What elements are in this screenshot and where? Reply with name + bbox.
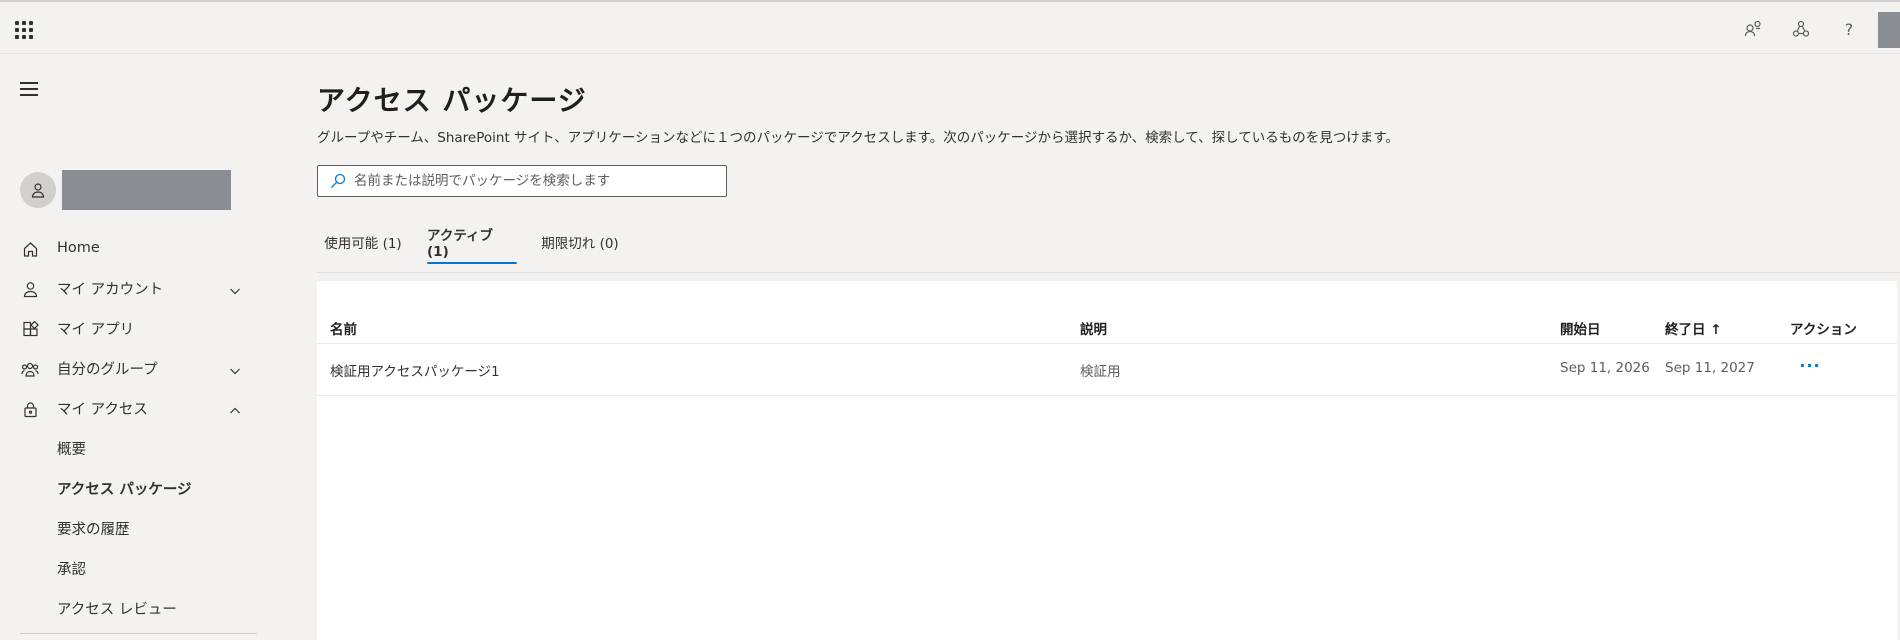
column-header-start-date[interactable]: 開始日 <box>1560 318 1601 338</box>
app-launcher-icon[interactable] <box>15 21 33 39</box>
row-name[interactable]: 検証用アクセスパッケージ1 <box>330 360 500 380</box>
sidebar-subitem-label: 要求の履歴 <box>57 521 130 538</box>
page-title: アクセス パッケージ <box>317 84 587 117</box>
sidebar-item-label: Home <box>57 240 100 256</box>
tab-available[interactable]: 使用可能 (1) <box>323 219 403 265</box>
row-description: 検証用 <box>1080 364 1121 380</box>
sidebar-subitem-label: 承認 <box>57 561 86 578</box>
sidebar-item-home[interactable]: Home <box>0 228 260 268</box>
sidebar-item-label: マイ アカウント <box>57 281 164 298</box>
column-header-name[interactable]: 名前 <box>330 318 357 338</box>
user-profile <box>20 170 240 210</box>
tab-label: アクティブ (1) <box>427 228 494 260</box>
sidebar-subitem-label: 概要 <box>57 441 86 458</box>
sidebar-item-my-apps[interactable]: マイ アプリ <box>0 308 260 348</box>
tab-expired[interactable]: 期限切れ (0) <box>539 219 621 265</box>
column-header-end-date[interactable]: 終了日 ↑ <box>1665 318 1722 338</box>
sidebar-item-label: 自分のグループ <box>57 361 158 378</box>
packages-table: 名前 説明 開始日 終了日 ↑ アクション 検証用アクセスパッケージ1 検証用 … <box>317 281 1897 640</box>
column-header-description[interactable]: 説明 <box>1080 318 1107 338</box>
row-start-date: Sep 11, 2026 <box>1560 360 1650 376</box>
tab-label: 使用可能 (1) <box>324 236 402 252</box>
sidebar-item-my-access[interactable]: マイ アクセス <box>0 388 260 428</box>
sidebar-subitem-label: アクセス パッケージ <box>57 481 192 498</box>
main-content: アクセス パッケージ グループやチーム、SharePoint サイト、アプリケー… <box>317 54 1900 640</box>
search-input[interactable] <box>354 173 714 189</box>
top-bar: ? <box>0 0 1900 54</box>
page-description: グループやチーム、SharePoint サイト、アプリケーションなどに１つのパッ… <box>317 130 1399 146</box>
person-icon <box>21 280 39 298</box>
tab-active[interactable]: アクティブ (1) <box>427 219 517 265</box>
organization-icon[interactable] <box>1790 18 1812 40</box>
row-divider <box>317 395 1897 396</box>
chevron-up-icon[interactable] <box>229 402 241 414</box>
sidebar-divider <box>20 633 257 634</box>
column-header-actions: アクション <box>1790 322 1857 338</box>
help-icon[interactable]: ? <box>1838 18 1860 40</box>
sidebar-item-my-groups[interactable]: 自分のグループ <box>0 348 260 388</box>
groups-icon <box>21 360 39 378</box>
sidebar-subitem-approvals[interactable]: 承認 <box>0 548 260 588</box>
sidebar-item-label: マイ アプリ <box>57 321 135 338</box>
home-icon <box>21 240 39 258</box>
sidebar-subitem-request-history[interactable]: 要求の履歴 <box>0 508 260 548</box>
sidebar: Home マイ アカウント マイ アプリ 自分のグループ マイ アクセス 概要 … <box>0 54 260 640</box>
apps-icon <box>21 320 39 338</box>
sidebar-subitem-overview[interactable]: 概要 <box>0 428 260 468</box>
tab-label: 期限切れ (0) <box>541 236 619 252</box>
sidebar-subitem-label: アクセス レビュー <box>57 601 177 618</box>
user-name-redacted <box>62 170 231 210</box>
help-glyph: ? <box>1844 19 1854 39</box>
sidebar-subitem-access-reviews[interactable]: アクセス レビュー <box>0 588 260 628</box>
chevron-down-icon[interactable] <box>229 362 241 375</box>
search-icon <box>329 172 347 190</box>
tab-bar: 使用可能 (1) アクティブ (1) 期限切れ (0) <box>317 219 1900 265</box>
more-actions-button[interactable]: ··· <box>1796 355 1824 375</box>
sidebar-subitem-access-packages[interactable]: アクセス パッケージ <box>0 468 260 508</box>
chevron-down-icon[interactable] <box>229 282 241 295</box>
lock-icon <box>21 400 39 418</box>
sidebar-nav: Home マイ アカウント マイ アプリ 自分のグループ マイ アクセス 概要 … <box>0 228 260 628</box>
account-avatar[interactable] <box>1878 12 1900 48</box>
search-box[interactable] <box>317 165 727 197</box>
sidebar-item-my-account[interactable]: マイ アカウント <box>0 268 260 308</box>
feedback-icon[interactable] <box>1742 18 1764 40</box>
menu-icon[interactable] <box>20 82 38 96</box>
tabs-divider <box>317 272 1900 273</box>
row-end-date: Sep 11, 2027 <box>1665 360 1755 376</box>
user-avatar <box>20 172 56 208</box>
sidebar-item-label: マイ アクセス <box>57 401 148 418</box>
